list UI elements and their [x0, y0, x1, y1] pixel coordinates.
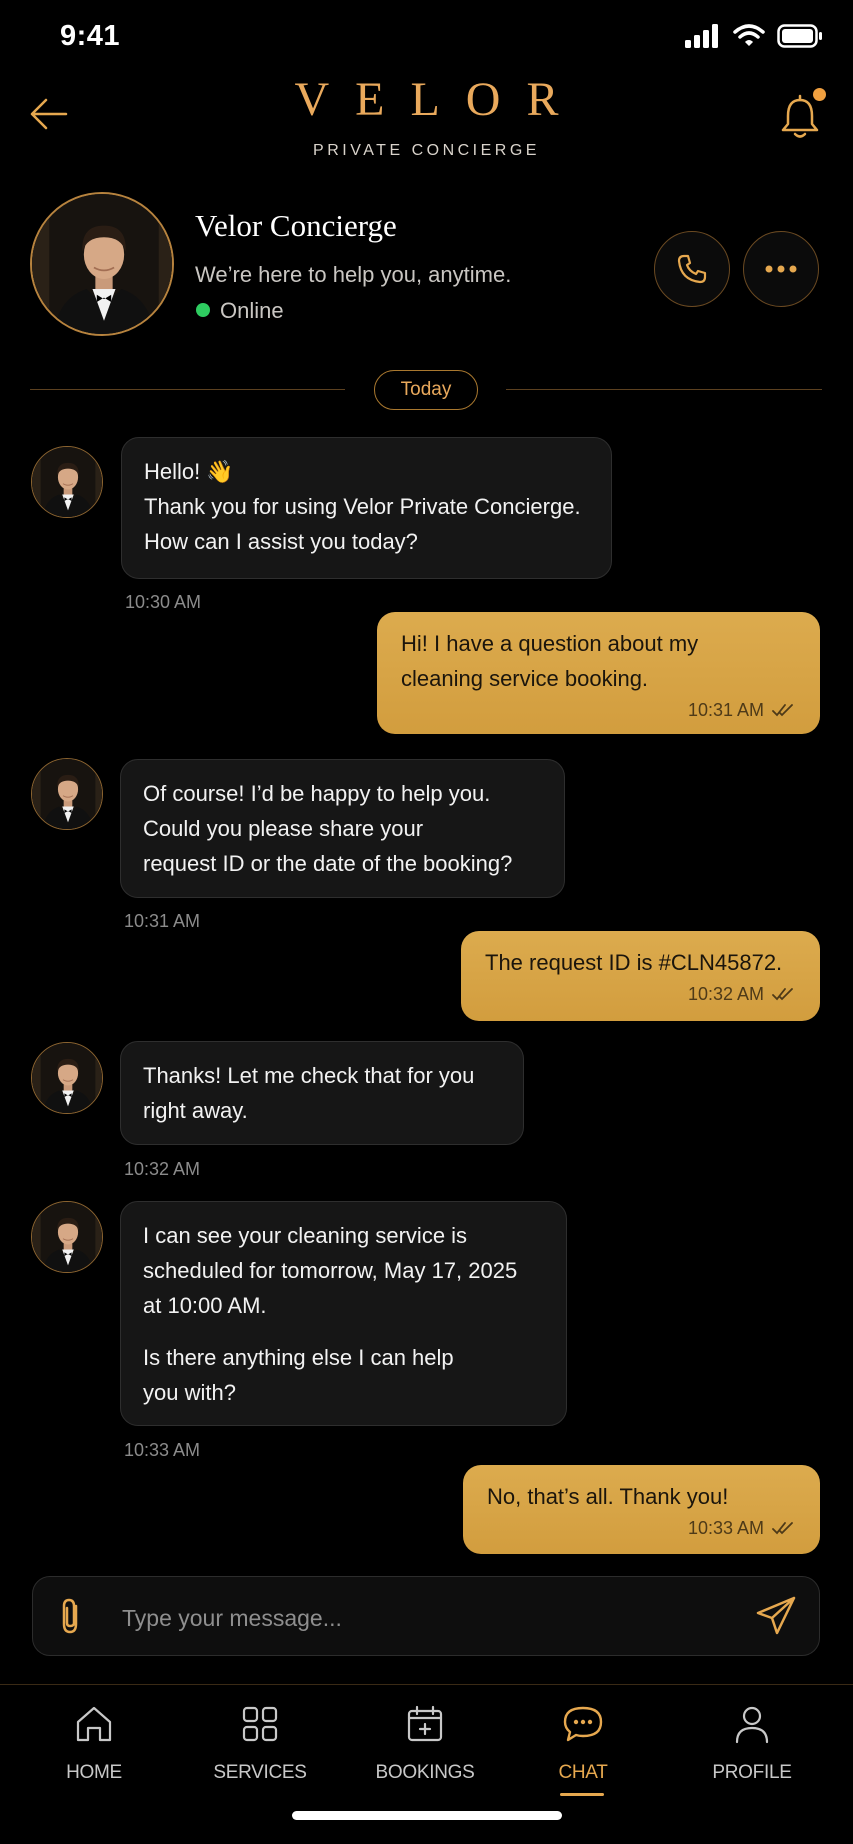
message-timestamp: 10:30 AM: [125, 592, 202, 612]
message-line: The request ID is #CLN45872.: [485, 950, 783, 975]
more-icon: [765, 265, 797, 273]
tabbar-divider: [0, 1684, 853, 1685]
tab-label: CHAT: [558, 1762, 608, 1783]
send-icon: [756, 1596, 796, 1635]
message-bubble-outgoing: The request ID is #CLN45872. 10:32 AM: [461, 931, 820, 1021]
concierge-avatar: [30, 192, 174, 336]
message-line: I can see your cleaning service is: [143, 1223, 468, 1248]
message-bubble-outgoing: No, that’s all. Thank you! 10:33 AM: [463, 1465, 820, 1554]
concierge-name: Velor Concierge: [195, 208, 397, 243]
home-indicator[interactable]: [292, 1811, 562, 1820]
message-bubble-incoming: I can see your cleaning service is sched…: [120, 1201, 567, 1426]
tab-services[interactable]: SERVICES: [185, 1700, 335, 1800]
message-line: No, that’s all. Thank you!: [487, 1484, 729, 1509]
message-input[interactable]: [122, 1598, 642, 1638]
message-timestamp: 10:33 AM: [124, 1440, 201, 1460]
battery-icon: [777, 24, 822, 48]
calendar-icon: [407, 1705, 443, 1742]
concierge-avatar-small: [31, 446, 103, 518]
message-timestamp: 10:31 AM: [124, 911, 201, 931]
message-meta: 10:33 AM: [487, 1516, 796, 1540]
active-tab-indicator: [560, 1793, 604, 1796]
more-options-button[interactable]: [743, 231, 819, 307]
call-button[interactable]: [654, 231, 730, 307]
status-time: 9:41: [60, 20, 121, 52]
signal-icon: [685, 24, 718, 48]
message-line: cleaning service booking.: [401, 666, 649, 691]
message-line: Hi! I have a question about my: [401, 631, 699, 656]
tab-profile[interactable]: PROFILE: [677, 1700, 827, 1800]
message-bubble-incoming: Of course! I’d be happy to help you. Cou…: [120, 759, 565, 898]
message-line: Of course! I’d be happy to help you.: [143, 781, 491, 806]
message-bubble-outgoing: Hi! I have a question about my cleaning …: [377, 612, 820, 734]
message-line: at 10:00 AM.: [143, 1293, 267, 1318]
concierge-avatar-small: [31, 758, 103, 830]
message-line: Hello! 👋: [144, 459, 234, 484]
tab-home[interactable]: HOME: [19, 1700, 169, 1800]
brand-header: VELOR PRIVATE CONCIERGE: [0, 72, 853, 160]
divider-line-left: [30, 389, 345, 390]
date-divider-label: Today: [374, 370, 478, 410]
status-icons: [685, 24, 823, 48]
paperclip-icon: [62, 1598, 78, 1634]
divider-line-right: [506, 389, 822, 390]
wifi-icon: [733, 24, 765, 46]
concierge-tagline: We’re here to help you, anytime.: [195, 262, 512, 287]
message-timestamp: 10:31 AM: [687, 700, 764, 720]
double-check-icon: [772, 1522, 793, 1535]
chat-icon: [563, 1706, 603, 1742]
double-check-icon: [772, 988, 793, 1001]
message-bubble-incoming: Hello! 👋 Thank you for using Velor Priva…: [121, 437, 612, 579]
message-timestamp: 10:32 AM: [124, 1159, 201, 1179]
home-icon: [76, 1706, 112, 1742]
tab-bookings[interactable]: BOOKINGS: [350, 1700, 500, 1800]
concierge-avatar-small: [31, 1042, 103, 1114]
attach-button[interactable]: [50, 1594, 94, 1638]
tab-label: HOME: [66, 1762, 122, 1783]
tab-label: SERVICES: [213, 1762, 307, 1783]
message-meta: 10:31 AM: [401, 698, 796, 722]
message-line: Is there anything else I can help: [143, 1345, 454, 1370]
notification-badge: [813, 88, 826, 101]
message-line: Thank you for using Velor Private Concie…: [144, 494, 581, 519]
brand-logo: VELOR: [294, 73, 585, 126]
concierge-avatar-small: [31, 1201, 103, 1273]
tab-chat[interactable]: CHAT: [508, 1700, 658, 1800]
tab-label: PROFILE: [712, 1762, 792, 1783]
message-line: How can I assist you today?: [144, 529, 418, 554]
message-bubble-incoming: Thanks! Let me check that for you right …: [120, 1041, 524, 1145]
send-button[interactable]: [752, 1592, 800, 1640]
online-indicator: [196, 303, 210, 317]
message-line: scheduled for tomorrow, May 17, 2025: [143, 1258, 518, 1283]
person-icon: [735, 1706, 769, 1744]
grid-icon: [242, 1706, 278, 1742]
online-status: Online: [220, 298, 284, 323]
message-line: right away.: [143, 1098, 248, 1123]
message-timestamp: 10:32 AM: [687, 984, 764, 1004]
message-timestamp: 10:33 AM: [687, 1518, 764, 1538]
message-line: you with?: [143, 1380, 236, 1405]
phone-icon: [677, 254, 707, 284]
message-line: Could you please share your: [143, 816, 424, 841]
brand-subtitle: PRIVATE CONCIERGE: [313, 142, 540, 159]
message-line: Thanks! Let me check that for you: [143, 1063, 475, 1088]
tab-label: BOOKINGS: [375, 1762, 475, 1783]
message-meta: 10:32 AM: [485, 982, 796, 1006]
double-check-icon: [772, 704, 793, 717]
message-line: request ID or the date of the booking?: [143, 851, 513, 876]
